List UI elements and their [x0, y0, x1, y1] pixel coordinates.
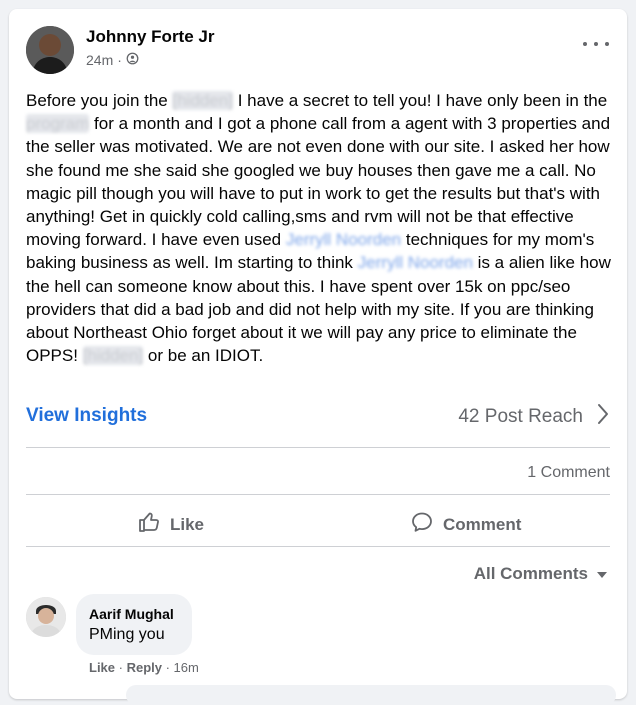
more-options-button[interactable]	[583, 37, 609, 51]
post-reach-label: 42 Post Reach	[458, 406, 583, 427]
text-part: or be an IDIOT.	[143, 346, 264, 366]
comment-icon	[410, 510, 434, 539]
friends-icon[interactable]	[126, 52, 139, 68]
view-insights-link[interactable]: View Insights	[26, 405, 147, 427]
comment-time[interactable]: 16m	[174, 660, 199, 675]
dot	[594, 42, 598, 46]
comment-like-button[interactable]: Like	[89, 660, 115, 675]
like-button[interactable]: Like	[137, 510, 204, 539]
redacted-text: program	[26, 114, 90, 134]
redacted-text: [hidden]	[172, 91, 233, 110]
text-part: I have a secret to tell you! I have only…	[232, 91, 608, 110]
comment-text: PMing you	[89, 626, 165, 643]
chevron-right-icon	[597, 403, 609, 431]
dot	[605, 42, 609, 46]
author-avatar[interactable]	[26, 26, 74, 74]
comment-label: Comment	[443, 514, 522, 534]
commenter-name[interactable]: Aarif Mughal	[89, 606, 174, 622]
comments-filter-label: All Comments	[473, 564, 588, 583]
post-card: Johnny Forte Jr 24m · Before you join th…	[9, 9, 627, 705]
like-label: Like	[170, 514, 205, 534]
comment-actions: Like · Reply · 16m	[89, 660, 199, 675]
comment-bubble: Aarif Mughal PMing you	[76, 594, 192, 655]
post-text: Before you join the [hidden] I have a se…	[26, 89, 614, 367]
meta-separator: ·	[117, 52, 122, 68]
separator: ·	[115, 660, 127, 675]
comments-filter-dropdown[interactable]: All Comments	[474, 564, 608, 584]
post-time[interactable]: 24m	[86, 52, 113, 68]
dot	[583, 42, 587, 46]
comment-reply-button[interactable]: Reply	[127, 660, 162, 675]
divider	[26, 546, 610, 547]
divider	[26, 494, 610, 495]
thumbs-up-icon	[137, 510, 161, 539]
commenter-avatar[interactable]	[26, 597, 66, 637]
text-part: for a month and I got a phone call from …	[26, 114, 611, 250]
divider	[26, 447, 610, 448]
avatar-image	[26, 26, 74, 74]
author-name[interactable]: Johnny Forte Jr	[86, 27, 214, 47]
post-reach[interactable]: 42 Post Reach	[458, 403, 609, 431]
avatar-image	[26, 597, 66, 637]
separator: ·	[161, 660, 174, 675]
comment-count[interactable]: 1 Comment	[527, 464, 610, 482]
text-part: Before you join the	[26, 91, 173, 110]
reply-input[interactable]	[126, 685, 616, 705]
redacted-text: [hidden]	[82, 346, 144, 366]
comment-button[interactable]: Comment	[410, 510, 521, 539]
caret-down-icon	[596, 564, 608, 584]
mention-link[interactable]: Jerryll Noorden	[286, 230, 401, 249]
mention-link[interactable]: Jerryll Noorden	[358, 253, 473, 272]
post-meta: 24m ·	[86, 52, 139, 68]
